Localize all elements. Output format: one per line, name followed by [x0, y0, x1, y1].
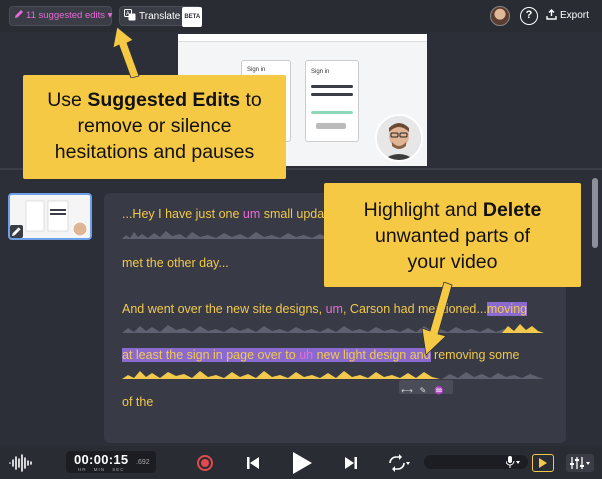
pencil-icon [15, 10, 23, 18]
card-field [311, 93, 353, 96]
callout-right-arrow [421, 282, 453, 356]
translate-button[interactable]: A Translate BETA [119, 6, 203, 27]
transcript-text: of the [122, 395, 154, 409]
callout-left-line-3: hesitations and pauses [54, 141, 255, 163]
play-icon[interactable] [291, 451, 313, 475]
suggested-edits-button[interactable]: 11 suggested edits ▾ [9, 6, 112, 26]
translate-icon: A [124, 9, 136, 21]
filler-word[interactable]: um [326, 302, 343, 316]
translate-label: Translate [139, 11, 181, 22]
transcript-text: small upda [260, 207, 325, 221]
transcript-text: And went over the new site designs, [122, 302, 326, 316]
help-icon[interactable]: ? [520, 7, 538, 25]
video-browser-toolbar [178, 34, 427, 42]
callout-left-line-1: Use Suggested Edits to [47, 89, 262, 111]
export-label: Export [560, 10, 589, 21]
suggested-edits-label: 11 suggested edits ▾ [26, 10, 113, 21]
timecode-display: 00:00:15 .692 HR MIN SEC [66, 451, 156, 473]
signin-card-right-title: Sign in [311, 69, 330, 75]
transcript-line-3[interactable]: And went over the new site designs, um, … [122, 302, 528, 316]
selection-toolbar: ⟷ ✎ ♒ [399, 380, 453, 395]
signin-card-right: Sign in [305, 60, 359, 142]
playback-bar: 00:00:15 .692 HR MIN SEC [0, 446, 602, 479]
beta-badge: BETA [182, 7, 203, 27]
timecode-units: HR MIN SEC [78, 467, 125, 472]
audio-icon[interactable]: ♒ [431, 384, 447, 398]
transcript-text: met the other day... [122, 256, 229, 270]
waveform-icon[interactable] [8, 453, 34, 473]
signin-card-left-title: Sign in [247, 67, 266, 73]
callout-right-line-1: Highlight and Delete [363, 199, 542, 221]
callout-left-line-2: remove or silence [77, 115, 232, 137]
loop-icon[interactable] [386, 454, 412, 472]
record-icon[interactable] [197, 455, 213, 471]
transcript-text: ...Hey I have just one [122, 207, 243, 221]
export-button[interactable]: Export [546, 6, 596, 26]
transcript-line-2[interactable]: met the other day... [122, 256, 229, 270]
timecode-fraction: .692 [136, 459, 150, 466]
skip-back-icon[interactable] [245, 455, 261, 471]
callout-left-arrow [112, 26, 140, 78]
transcript-line-5[interactable]: of the [122, 395, 153, 409]
microphone-level-meter[interactable] [424, 455, 528, 469]
trim-icon[interactable]: ⟷ [399, 384, 415, 398]
callout-suggested-edits: Use Suggested Edits to remove or silence… [23, 75, 286, 179]
callout-right-line-2: unwanted parts of [374, 225, 531, 247]
mixer-icon[interactable] [566, 454, 594, 472]
waveform-line-1 [122, 231, 332, 239]
thumbnail-edit-icon[interactable] [10, 225, 23, 238]
waveform-line-4 [122, 371, 544, 379]
edit-text-icon[interactable]: ✎ [415, 384, 431, 398]
card-field [311, 85, 353, 88]
timecode-value: 00:00:15 [74, 452, 129, 467]
presenter-face-icon [377, 116, 421, 160]
transcript-scrollbar[interactable] [592, 178, 598, 248]
svg-text:A: A [126, 11, 130, 17]
filler-word[interactable]: um [243, 207, 260, 221]
selected-text[interactable]: at least the sign in page over to uh new… [122, 348, 431, 362]
callout-highlight-delete: Highlight and Delete unwanted parts of y… [324, 183, 581, 287]
skip-forward-icon[interactable] [343, 455, 359, 471]
waveform-line-3 [122, 324, 544, 333]
transcript-line-1[interactable]: ...Hey I have just one um small upda [122, 207, 324, 221]
export-icon [546, 9, 557, 20]
filler-word[interactable]: uh [299, 348, 313, 362]
callout-right-line-3: your video [407, 251, 498, 273]
microphone-icon[interactable] [506, 456, 520, 468]
selected-text-part: at least the sign in page over to [122, 348, 300, 362]
presenter-webcam [375, 114, 423, 162]
selected-text[interactable]: moving [486, 302, 528, 316]
captions-icon[interactable] [532, 454, 554, 472]
user-avatar[interactable] [490, 6, 510, 26]
card-social [316, 123, 346, 129]
top-toolbar: 11 suggested edits ▾ A Translate BETA ? Ex… [0, 0, 602, 32]
card-button [311, 111, 353, 114]
